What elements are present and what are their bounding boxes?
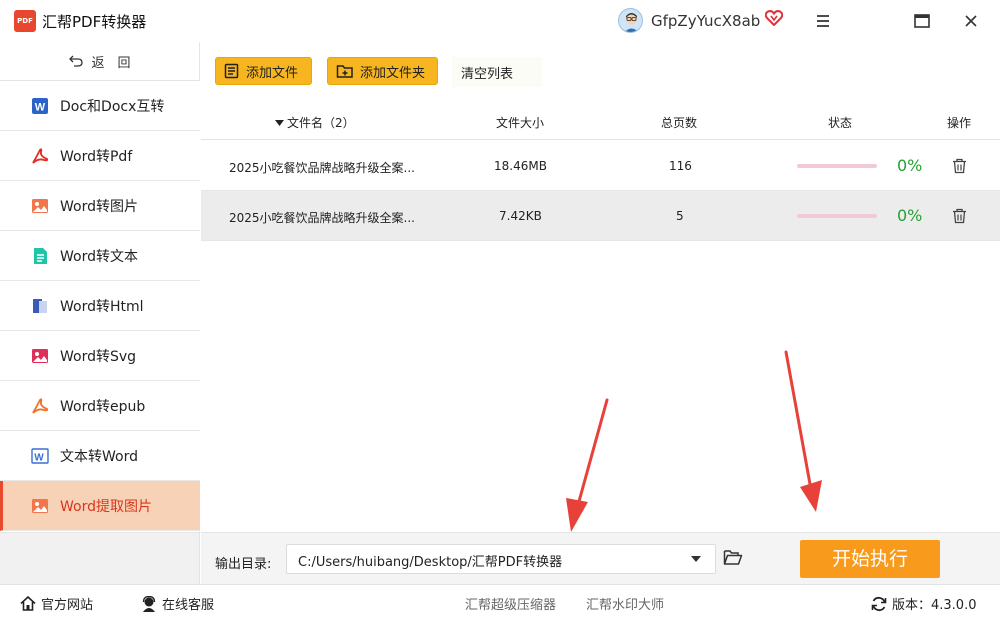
file-name: 2025小吃餐饮品牌战略升级全案... bbox=[229, 161, 415, 175]
sidebar-item-word-html[interactable]: Word转Html bbox=[0, 281, 200, 331]
footer-bar: 官方网站 在线客服 汇帮超级压缩器 汇帮水印大师 版本：4.3.0.0 bbox=[0, 584, 1000, 617]
output-dir-label: 输出目录: bbox=[215, 557, 272, 572]
page-count: 116 bbox=[669, 159, 692, 173]
file-size: 7.42KB bbox=[499, 209, 542, 223]
sidebar-item-label: 文本转Word bbox=[60, 448, 138, 465]
sidebar-item-word-epub[interactable]: Word转epub bbox=[0, 381, 200, 431]
add-file-label: 添加文件 bbox=[246, 65, 299, 81]
official-website-link[interactable]: 官方网站 bbox=[20, 594, 93, 613]
sidebar-item-label: Word转epub bbox=[60, 398, 146, 415]
add-folder-label: 添加文件夹 bbox=[360, 65, 426, 81]
image-icon bbox=[32, 198, 48, 213]
column-header-status: 状态 bbox=[828, 116, 853, 130]
word-icon: W bbox=[31, 447, 49, 464]
chevron-down-icon bbox=[691, 556, 701, 562]
column-header-size: 文件大小 bbox=[496, 116, 545, 130]
output-dir-select[interactable]: C:/Users/huibang/Desktop/汇帮PDF转换器 bbox=[286, 544, 716, 574]
start-button[interactable]: 开始执行 bbox=[800, 540, 940, 578]
user-avatar[interactable] bbox=[618, 8, 643, 33]
sidebar-item-label: Word转Html bbox=[60, 298, 144, 315]
version-info[interactable]: 版本：4.3.0.0 bbox=[871, 594, 976, 613]
column-header-filename[interactable]: 文件名（2） bbox=[275, 114, 355, 131]
username[interactable]: GfpZyYucX8ab bbox=[651, 12, 760, 30]
file-size: 18.46MB bbox=[494, 159, 547, 173]
sidebar-item-label: Word转Svg bbox=[60, 348, 137, 365]
official-website-label: 官方网站 bbox=[41, 598, 94, 613]
column-header-action: 操作 bbox=[947, 116, 972, 130]
progress-percent: 0% bbox=[897, 156, 923, 175]
title-bar: PDF 汇帮PDF转换器 GfpZyYucX8ab bbox=[0, 0, 1000, 42]
column-header-pages: 总页数 bbox=[661, 116, 698, 130]
sidebar-item-label: Doc和Docx互转 bbox=[60, 98, 165, 115]
annotation-arrow-output-dir bbox=[566, 398, 609, 532]
pdf-icon bbox=[32, 147, 49, 164]
sidebar-item-label: Word转文本 bbox=[60, 248, 138, 265]
maximize-icon[interactable] bbox=[911, 10, 933, 32]
epub-icon bbox=[32, 397, 49, 414]
file-name: 2025小吃餐饮品牌战略升级全案... bbox=[229, 211, 415, 225]
sidebar-footer-area bbox=[0, 532, 200, 584]
delete-icon[interactable] bbox=[952, 208, 967, 224]
sidebar-item-word-extract-image[interactable]: Word提取图片 bbox=[0, 481, 200, 531]
add-file-icon bbox=[224, 63, 239, 79]
table-row[interactable]: 2025小吃餐饮品牌战略升级全案... 18.46MB 116 0% bbox=[201, 141, 1000, 191]
progress-bar bbox=[797, 214, 877, 218]
compressor-link[interactable]: 汇帮超级压缩器 bbox=[465, 594, 556, 613]
online-support-label: 在线客服 bbox=[162, 598, 215, 613]
progress-bar bbox=[797, 164, 877, 168]
refresh-icon bbox=[871, 596, 887, 611]
app-window: PDF 汇帮PDF转换器 GfpZyYucX8ab 返 回 W Doc和Docx… bbox=[0, 0, 1000, 617]
clear-list-button[interactable]: 清空列表 bbox=[452, 57, 542, 87]
svg-text:W: W bbox=[35, 101, 46, 113]
menu-icon[interactable] bbox=[812, 10, 834, 32]
back-button[interactable]: 返 回 bbox=[0, 42, 200, 81]
sidebar-item-label: Word转Pdf bbox=[60, 148, 133, 165]
app-logo-icon: PDF bbox=[14, 10, 36, 32]
back-label: 返 回 bbox=[91, 55, 131, 71]
delete-icon[interactable] bbox=[952, 158, 967, 174]
sidebar-item-word-svg[interactable]: Word转Svg bbox=[0, 331, 200, 381]
annotation-arrow-start bbox=[784, 350, 822, 512]
table-header: 文件名（2） 文件大小 总页数 状态 操作 bbox=[201, 102, 1000, 140]
html-icon bbox=[33, 298, 47, 313]
progress-percent: 0% bbox=[897, 206, 923, 225]
sidebar-item-word-text[interactable]: Word转文本 bbox=[0, 231, 200, 281]
sidebar-item-label: Word转图片 bbox=[60, 198, 138, 215]
app-title: 汇帮PDF转换器 bbox=[42, 13, 147, 31]
sort-down-icon bbox=[275, 120, 284, 126]
sidebar-item-label: Word提取图片 bbox=[60, 498, 152, 515]
online-support-link[interactable]: 在线客服 bbox=[141, 594, 214, 613]
svg-text:W: W bbox=[34, 452, 44, 463]
output-bar: 输出目录: C:/Users/huibang/Desktop/汇帮PDF转换器 … bbox=[201, 532, 1000, 584]
vip-heart-icon[interactable] bbox=[764, 10, 784, 30]
svg-icon bbox=[32, 348, 48, 363]
version-label: 版本：4.3.0.0 bbox=[892, 598, 977, 613]
table-row[interactable]: 2025小吃餐饮品牌战略升级全案... 7.42KB 5 0% bbox=[201, 191, 1000, 241]
image-extract-icon bbox=[32, 498, 48, 513]
text-file-icon bbox=[34, 247, 47, 264]
close-icon[interactable] bbox=[960, 10, 982, 32]
watermark-link[interactable]: 汇帮水印大师 bbox=[586, 594, 664, 613]
sidebar-item-word-pdf[interactable]: Word转Pdf bbox=[0, 131, 200, 181]
column-header-filename-label: 文件名（2） bbox=[287, 116, 355, 130]
add-folder-button[interactable]: 添加文件夹 bbox=[327, 57, 438, 85]
output-dir-value: C:/Users/huibang/Desktop/汇帮PDF转换器 bbox=[298, 555, 563, 570]
sidebar-item-text-word[interactable]: W 文本转Word bbox=[0, 431, 200, 481]
sidebar-item-doc-docx[interactable]: W Doc和Docx互转 bbox=[0, 81, 200, 131]
add-file-button[interactable]: 添加文件 bbox=[215, 57, 312, 85]
page-count: 5 bbox=[676, 209, 684, 223]
support-agent-icon bbox=[142, 595, 156, 612]
back-arrow-icon bbox=[69, 55, 84, 67]
add-folder-icon bbox=[336, 65, 353, 78]
sidebar: 返 回 W Doc和Docx互转 Word转Pdf Word转图片 Word转文… bbox=[0, 42, 200, 532]
home-icon bbox=[20, 596, 36, 611]
word-doc-icon: W bbox=[32, 97, 48, 114]
folder-open-icon[interactable] bbox=[723, 549, 743, 566]
sidebar-item-word-image[interactable]: Word转图片 bbox=[0, 181, 200, 231]
